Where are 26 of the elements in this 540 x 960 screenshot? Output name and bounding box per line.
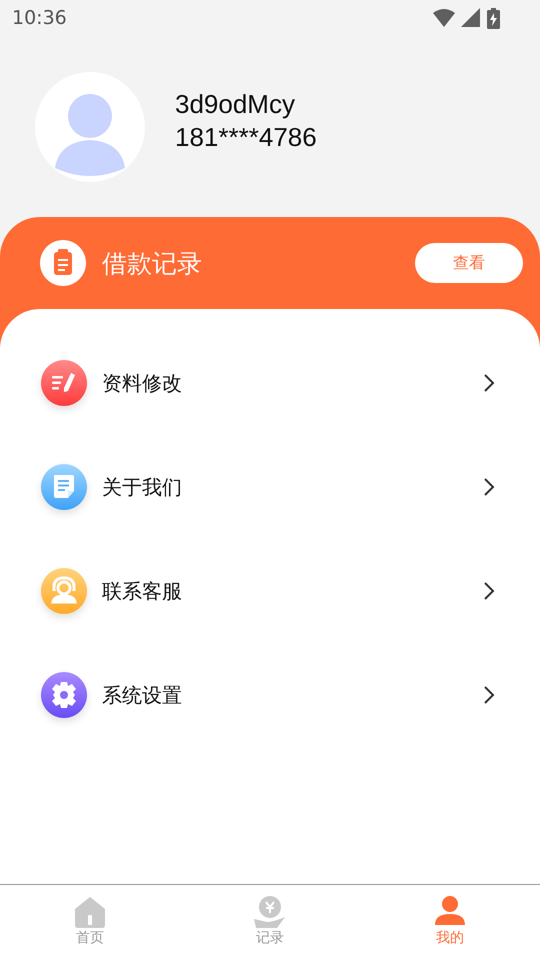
menu-label: 系统设置 [102,682,183,708]
pencil-icon [40,359,88,407]
wifi-icon [433,8,455,28]
menu-item[interactable]: 资料修改 [0,331,540,435]
menu-label: 资料修改 [102,370,183,396]
menu-item[interactable]: 系统设置 [0,643,540,747]
coin-hand-icon [253,895,287,929]
signal-icon [461,8,481,28]
card-title: 借款记录 [102,248,203,280]
battery-icon [487,8,500,28]
chevron-right-icon [483,581,495,601]
clipboard-icon [40,240,86,286]
chevron-right-icon [483,477,495,497]
status-time: 10:36 [12,7,67,29]
home-icon [73,895,107,929]
phone-number: 181****4786 [175,120,317,154]
document-icon [40,463,88,511]
username: 3d9odMcy [175,88,296,120]
settings-icon [40,671,88,719]
menu-label: 联系客服 [102,578,183,604]
headset-icon [40,567,88,615]
menu-item[interactable]: 关于我们 [0,435,540,539]
chevron-right-icon [483,685,495,705]
chevron-right-icon [483,373,495,393]
menu-item[interactable]: 联系客服 [0,539,540,643]
menu-label: 关于我们 [102,474,183,500]
